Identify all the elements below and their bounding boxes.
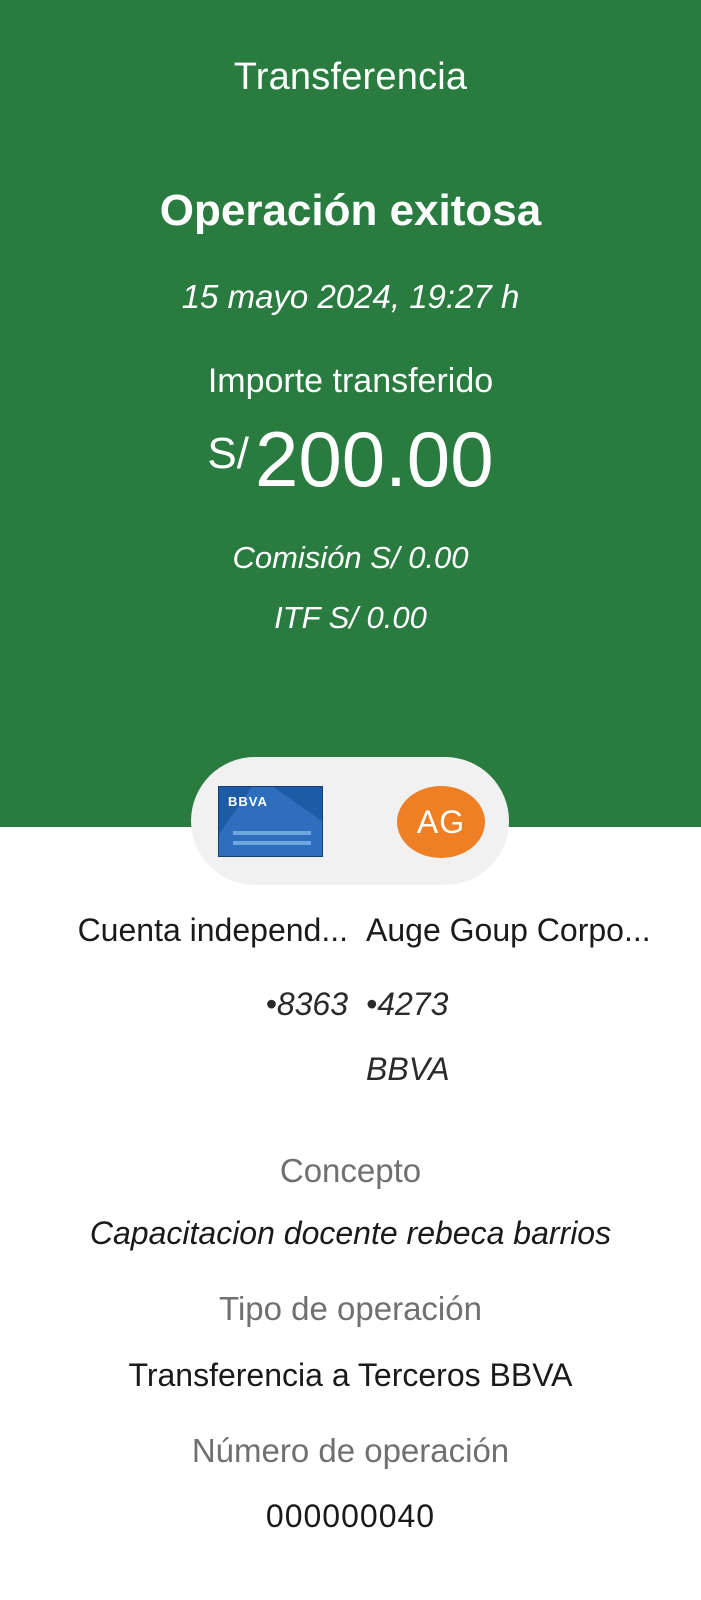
operation-type-value: Transferencia a Terceros BBVA (128, 1357, 573, 1393)
confirmation-header: Transferencia Operación exitosa 15 mayo … (0, 0, 701, 827)
screen-title: Transferencia (233, 56, 468, 98)
concept-value: Capacitacion docente rebeca barrios (89, 1215, 612, 1251)
operation-type-label: Tipo de operación (219, 1290, 482, 1327)
recipient-avatar: AG (397, 786, 485, 858)
origin-account: Cuenta independ... •8363 (6, 912, 348, 1023)
origin-account-number: •8363 (265, 986, 348, 1022)
operation-number-value: 000000040 (265, 1498, 436, 1534)
destination-account-number: •4273 (366, 986, 449, 1022)
operation-datetime: 15 mayo 2024, 19:27 h (181, 278, 520, 315)
currency-symbol: S/ (207, 429, 249, 478)
itf-fee: ITF S/ 0.00 (274, 600, 427, 635)
transfer-parties-pill: BBVA AG (191, 757, 509, 885)
concept-label: Concepto (279, 1152, 422, 1189)
destination-account: Auge Goup Corpo... •4273 BBVA (366, 912, 701, 1088)
amount-label: Importe transferido (207, 362, 494, 400)
operation-status: Operación exitosa (159, 186, 542, 235)
destination-account-name: Auge Goup Corpo... (366, 912, 651, 948)
destination-bank: BBVA (366, 1051, 450, 1087)
amount-value: 200.00 (255, 415, 494, 503)
transferred-amount: S/ 200.00 (0, 420, 701, 510)
bbva-card-icon: BBVA (218, 786, 323, 857)
card-brand-label: BBVA (228, 794, 268, 809)
operation-number-label: Número de operación (191, 1432, 510, 1469)
commission-fee: Comisión S/ 0.00 (232, 540, 469, 575)
origin-account-name: Cuenta independ... (77, 912, 348, 948)
